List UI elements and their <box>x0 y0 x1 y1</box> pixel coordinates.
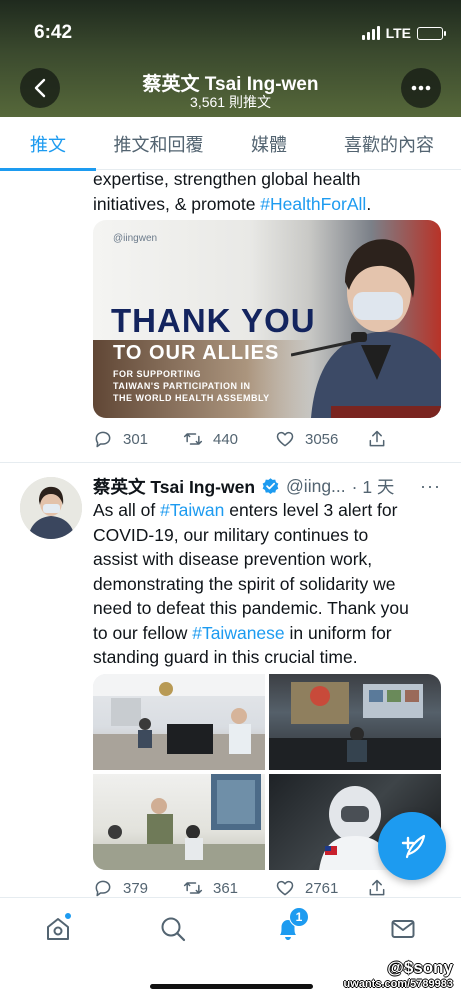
more-button[interactable] <box>401 68 441 108</box>
tweet-text-segment: As all of <box>93 500 161 520</box>
tweet-text-line: demonstrating the spirit of solidarity w… <box>93 572 443 597</box>
tweet-text-segment: standing guard in this crucial time. <box>93 647 358 667</box>
avatar[interactable] <box>20 477 82 539</box>
tweet-time: · 1 天 <box>351 477 395 497</box>
verified-icon <box>262 478 279 495</box>
tab-media[interactable]: 媒體 <box>221 117 317 170</box>
media-photo-1[interactable] <box>93 674 265 770</box>
nav-search[interactable] <box>156 912 190 946</box>
hashtag-link[interactable]: #Taiwanese <box>192 623 284 643</box>
tweet-text-line: to our fellow #Taiwanese in uniform for <box>93 621 443 646</box>
retweet-icon <box>183 882 203 894</box>
network-label: LTE <box>385 25 411 41</box>
tab-likes[interactable]: 喜歡的內容 <box>317 117 461 170</box>
messages-icon <box>391 920 415 938</box>
tweet-text-segment: demonstrating the spirit of solidarity w… <box>93 573 396 594</box>
tweet-text-line: standing guard in this crucial time. <box>93 645 443 670</box>
tweet-more-button[interactable]: ··· <box>420 476 441 497</box>
image-handle: @iingwen <box>113 233 158 244</box>
author-handle: @iing... <box>286 476 346 496</box>
tweet-text-segment: COVID-19, our military continues to <box>93 524 369 545</box>
watermark-url: uwants.com/5789983 <box>343 978 453 990</box>
status-time: 6:42 <box>34 22 73 43</box>
hashtag-link[interactable]: #Taiwan <box>160 500 224 520</box>
tweet-count: 3,561 則推文 <box>190 94 271 110</box>
image-headline: THANK YOU <box>111 302 316 339</box>
tweet-text-segment: . <box>366 193 372 214</box>
retweet-count: 440 <box>213 430 239 448</box>
tweet2-header: 蔡英文 Tsai Ing-wen @iing... · 1 天 <box>93 474 453 499</box>
retweet-count: 361 <box>213 879 239 897</box>
more-icon <box>411 85 431 91</box>
like-count: 3056 <box>305 430 339 448</box>
tweet-text-line: expertise, strengthen global health <box>93 170 443 192</box>
compose-icon <box>401 834 426 859</box>
tweet-text-segment: enters level 3 alert for <box>224 500 398 520</box>
reply-button[interactable]: 301 <box>93 429 183 449</box>
like-count: 2761 <box>305 879 339 897</box>
tweet1-image[interactable]: @iingwen THANK YOU TO OUR ALLIES FOR SUP… <box>93 220 441 418</box>
home-indicator <box>150 984 313 989</box>
profile-header: 6:42 LTE 蔡英文 Tsai Ing-wen 3,561 則推文 <box>0 0 461 117</box>
battery-icon <box>417 26 446 40</box>
tweet-text-segment: need to defeat this pandemic. Thank you <box>93 598 409 618</box>
tweet-text-segment: in uniform for <box>284 622 392 643</box>
reply-count: 301 <box>123 430 149 448</box>
like-icon <box>276 880 294 896</box>
status-indicators: LTE <box>361 25 446 41</box>
home-unread-dot <box>64 912 72 920</box>
notification-badge: 1 <box>289 907 309 927</box>
author-name[interactable]: 蔡英文 Tsai Ing-wen <box>93 474 255 499</box>
tweet-text-line: As all of #Taiwan enters level 3 alert f… <box>93 498 443 523</box>
speaker-photo <box>291 239 441 418</box>
tweet-text-segment: to our fellow <box>93 622 193 643</box>
share-button[interactable] <box>367 429 387 449</box>
reply-count: 379 <box>123 879 149 897</box>
media-photo-3[interactable] <box>93 774 265 870</box>
nav-notifications[interactable]: 1 <box>271 907 309 946</box>
watermark-user: @$sony <box>387 958 453 977</box>
media-photo-2[interactable] <box>269 674 441 770</box>
nav-home[interactable] <box>41 912 75 946</box>
search-icon <box>161 917 186 942</box>
compose-tweet-button[interactable] <box>378 812 446 880</box>
nav-messages[interactable] <box>386 912 420 946</box>
tweet-text-line: assist with disease prevention work, <box>93 547 443 572</box>
like-icon <box>276 431 294 447</box>
tweet2-text: As all of #Taiwan enters level 3 alert f… <box>93 498 443 670</box>
tweet1-actions: 301 440 3056 <box>93 429 387 449</box>
tweet-text-line: initiatives, & promote #HealthForAll. <box>93 192 443 217</box>
tweet1-text: expertise, strengthen global health initi… <box>93 170 443 216</box>
hashtag-link[interactable]: #HealthForAll <box>260 194 366 214</box>
tweet-text-line: need to defeat this pandemic. Thank you <box>93 596 443 621</box>
retweet-button[interactable]: 361 <box>183 878 275 897</box>
share-icon <box>369 430 385 447</box>
tweet2-actions: 379 361 2761 <box>93 878 387 897</box>
tab-tweets-replies[interactable]: 推文和回覆 <box>96 117 221 170</box>
timeline: expertise, strengthen global health initi… <box>0 170 461 897</box>
retweet-button[interactable]: 440 <box>183 429 275 449</box>
tweet-text-segment: initiatives, & promote <box>93 193 261 214</box>
image-subheadline: TO OUR ALLIES <box>113 342 280 364</box>
signal-icon <box>361 26 380 40</box>
avatar-photo <box>20 477 82 539</box>
tweet-divider <box>0 462 461 463</box>
reply-icon <box>95 880 111 897</box>
tweet-text-segment: assist with disease prevention work, <box>93 549 373 569</box>
like-button[interactable]: 3056 <box>275 429 367 449</box>
image-caption: FOR SUPPORTING TAIWAN'S PARTICIPATION IN… <box>113 369 270 403</box>
retweet-icon <box>183 433 203 445</box>
share-icon <box>369 879 385 896</box>
reply-button[interactable]: 379 <box>93 878 183 897</box>
tweet-text-line: COVID-19, our military continues to <box>93 523 443 548</box>
profile-tabs: 推文 推文和回覆 媒體 喜歡的內容 <box>0 117 461 171</box>
like-button[interactable]: 2761 <box>275 878 367 897</box>
reply-icon <box>95 431 111 448</box>
tweet-text-segment: expertise, strengthen global health <box>93 170 361 189</box>
share-button[interactable] <box>367 878 387 897</box>
tab-tweets[interactable]: 推文 <box>0 117 96 171</box>
